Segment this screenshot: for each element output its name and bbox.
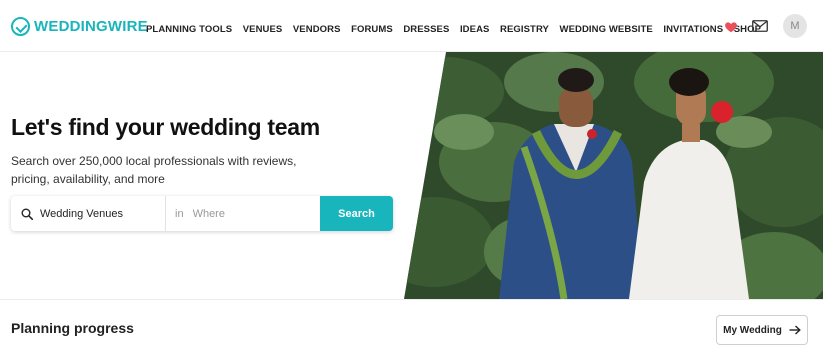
avatar[interactable]: M [783,14,807,38]
section-divider [0,299,823,300]
logo-text: WEDDINGWIRE [34,18,148,35]
location-field: in [166,196,320,231]
hero-subtitle: Search over 250,000 local professionals … [11,154,297,186]
heart-icon[interactable] [724,20,738,34]
weddingwire-logo[interactable]: WEDDINGWIRE [11,17,148,36]
my-wedding-label: My Wedding [723,324,782,336]
nav-dresses[interactable]: DRESSES [403,24,449,35]
category-value: Wedding Venues [40,207,123,220]
in-label: in [175,207,184,220]
my-wedding-button[interactable]: My Wedding [716,315,808,345]
location-input[interactable] [192,207,303,220]
nav-vendors[interactable]: VENDORS [293,24,341,35]
search-icon [21,208,33,220]
avatar-initial: M [790,20,800,32]
nav-forums[interactable]: FORUMS [351,24,393,35]
nav-planning-tools[interactable]: PLANNING TOOLS [146,24,232,35]
nav-wedding-website[interactable]: WEDDING WEBSITE [560,24,653,35]
vendor-search-bar: Wedding Venues in Search [11,196,393,231]
nav-venues[interactable]: VENUES [243,24,283,35]
site-header: WEDDINGWIRE PLANNING TOOLS VENUES VENDOR… [0,0,823,52]
mail-icon[interactable] [752,20,768,32]
nav-registry[interactable]: REGISTRY [500,24,549,35]
search-button[interactable]: Search [320,196,393,231]
logo-icon [11,17,30,36]
nav-ideas[interactable]: IDEAS [460,24,490,35]
hero-photo [404,52,823,299]
planning-progress-title: Planning progress [11,320,134,336]
hero-title: Let's find your wedding team [11,114,320,140]
main-nav: PLANNING TOOLS VENUES VENDORS FORUMS DRE… [146,24,772,35]
arrow-right-icon [789,325,801,335]
nav-invitations[interactable]: INVITATIONS [663,24,723,35]
category-field[interactable]: Wedding Venues [11,196,166,231]
